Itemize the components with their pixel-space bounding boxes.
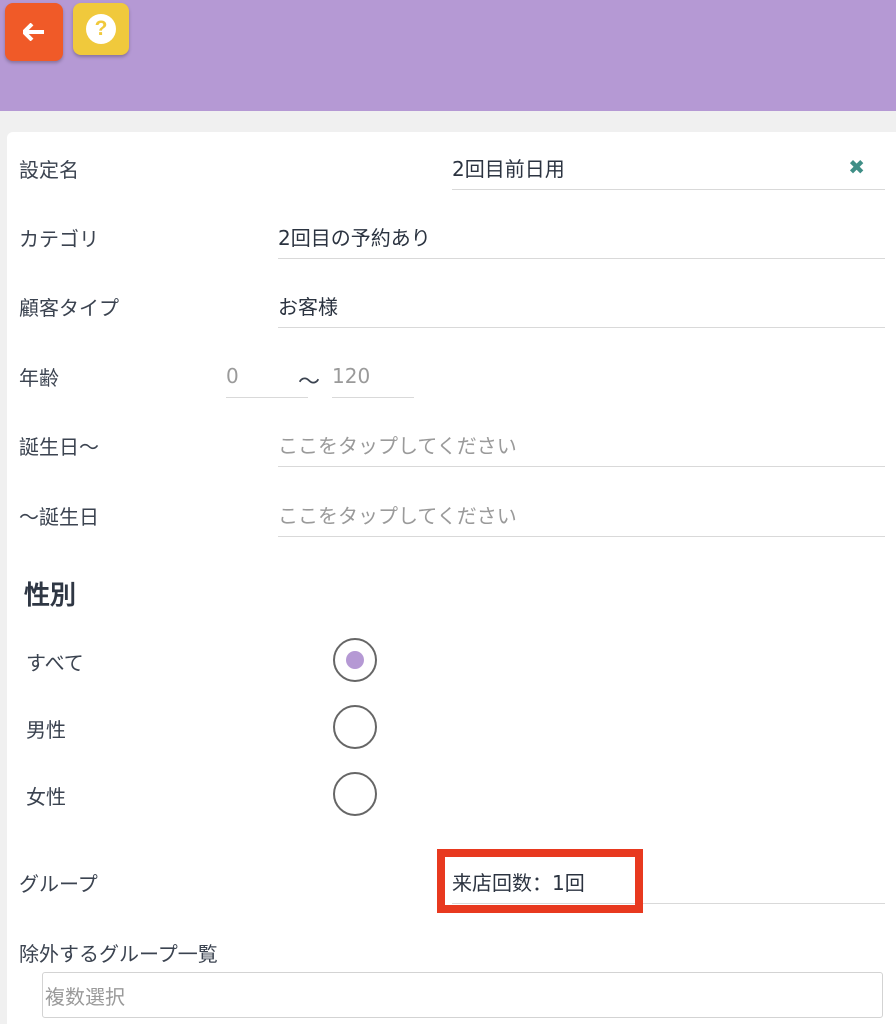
customer-type-select[interactable]: お客様: [278, 284, 885, 328]
customer-type-label: 顧客タイプ: [19, 296, 119, 320]
gender-radio-female[interactable]: [333, 772, 377, 816]
category-select[interactable]: 2回目の予約あり: [278, 215, 885, 259]
excluded-groups-multiselect[interactable]: 複数選択: [42, 972, 883, 1018]
gender-section-title: 性別: [24, 581, 77, 611]
arrow-left-icon: [23, 23, 44, 41]
age-range-separator: 〜: [298, 370, 321, 395]
group-label: グループ: [19, 872, 98, 896]
excluded-groups-placeholder: 複数選択: [45, 984, 125, 1009]
setting-name-value: 2回目前日用: [452, 157, 565, 181]
birthday-from-placeholder: ここをタップしてください: [278, 434, 517, 458]
gender-option-male-label: 男性: [26, 718, 66, 742]
age-min-input[interactable]: 0: [226, 354, 308, 398]
gender-option-female-label: 女性: [26, 785, 66, 809]
age-max-placeholder: 120: [332, 363, 371, 388]
birthday-to-label: 〜誕生日: [19, 505, 99, 529]
back-button[interactable]: [5, 3, 63, 61]
birthday-from-input[interactable]: ここをタップしてください: [278, 423, 885, 467]
category-value: 2回目の予約あり: [278, 226, 431, 250]
gender-radio-male[interactable]: [333, 705, 377, 749]
highlight-box: [437, 849, 643, 913]
age-min-placeholder: 0: [226, 363, 239, 388]
excluded-groups-label: 除外するグループ一覧: [19, 942, 218, 966]
setting-name-label: 設定名: [19, 158, 79, 182]
age-label: 年齢: [19, 366, 59, 390]
customer-type-value: お客様: [278, 295, 338, 319]
category-label: カテゴリ: [19, 227, 99, 251]
age-max-input[interactable]: 120: [332, 354, 414, 398]
top-bar: [0, 0, 896, 111]
birthday-to-input[interactable]: ここをタップしてください: [278, 493, 885, 537]
birthday-from-label: 誕生日〜: [19, 435, 99, 459]
help-button[interactable]: ?: [73, 3, 129, 55]
gender-radio-all[interactable]: [333, 638, 377, 682]
gender-option-all-label: すべて: [26, 651, 84, 675]
clear-icon[interactable]: ✖: [848, 157, 865, 177]
birthday-to-placeholder: ここをタップしてください: [278, 504, 517, 528]
question-circle-icon: ?: [86, 14, 116, 44]
setting-name-input[interactable]: 2回目前日用 ✖: [452, 146, 885, 190]
